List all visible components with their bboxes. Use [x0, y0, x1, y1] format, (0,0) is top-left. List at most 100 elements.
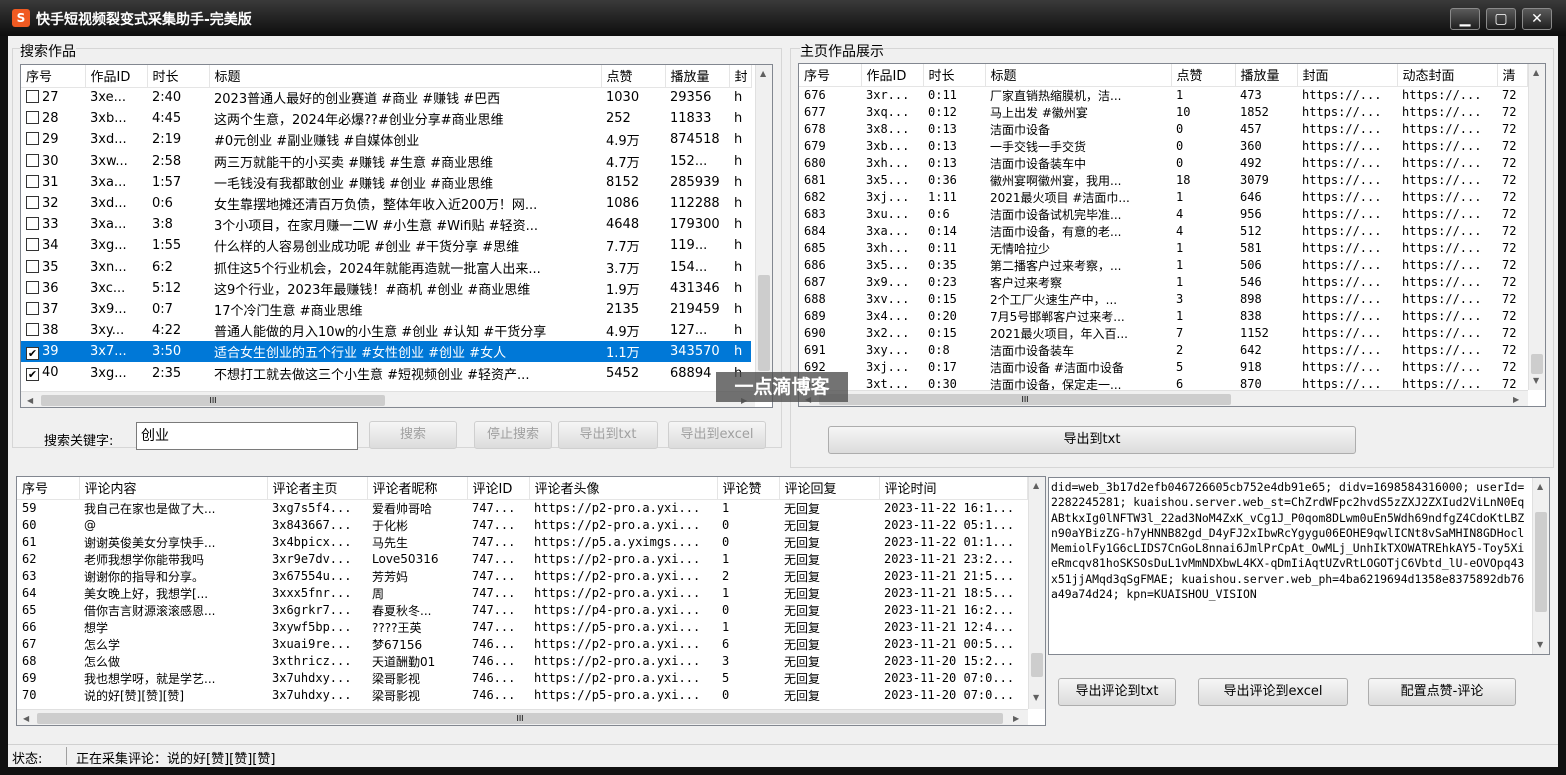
cookie-textbox[interactable]: did=web_3b17d2efb046726605cb752e4db91e65…: [1048, 477, 1550, 655]
table-row[interactable]: 60 @3x843667... 于化彬 747... https://p2-pro.a.…: [17, 517, 1027, 534]
search-works-grid[interactable]: 序号 作品ID 时长 标题 点赞 播放量封 27 3xe... 2:40 2023普通人最好的创…: [20, 64, 773, 408]
scroll-up-icon[interactable]: ▲: [1537, 482, 1543, 491]
table-row[interactable]: 70 说的好[赞][赞][赞] 3x7uhdxy... 梁哥影视 746... https…: [17, 687, 1027, 704]
row-checkbox[interactable]: ✔: [26, 368, 39, 382]
home-hscroll[interactable]: ◀ III ▶: [799, 390, 1528, 406]
scroll-thumb[interactable]: III: [37, 713, 1003, 724]
comments-column-header[interactable]: 评论时间: [879, 477, 1028, 500]
home-export-txt-button[interactable]: 导出到txt: [828, 426, 1356, 454]
row-checkbox[interactable]: [26, 238, 39, 252]
minimize-button[interactable]: ▁: [1450, 8, 1480, 30]
table-row[interactable]: 30 3xw... 2:58 两三万就能干的小买卖 #赚钱 #生意 #商业思维 4.7万…: [21, 151, 751, 172]
home-vscroll[interactable]: ▲ ▼: [1528, 64, 1545, 390]
home_group-column-header[interactable]: 清: [1497, 64, 1528, 87]
table-row[interactable]: 69 我也想学呀，就是学艺... 3x7uhdxy... 梁哥影视 746... http…: [17, 670, 1027, 687]
search_group-column-header[interactable]: 序号: [21, 65, 86, 88]
home_group-column-header[interactable]: 作品ID: [861, 64, 924, 87]
comments-vscroll[interactable]: ▲ ▼: [1028, 477, 1045, 709]
title-bar[interactable]: S 快手短视频裂变式采集助手-完美版 ▁ ▢ ✕: [0, 0, 1566, 36]
table-row[interactable]: 680 3xh... 0:13 洁面巾设备装车中 0 492 https://... http…: [799, 155, 1527, 172]
stop-search-button[interactable]: 停止搜索: [474, 421, 552, 449]
config-like-comment-button[interactable]: 配置点赞-评论: [1368, 678, 1516, 706]
cookie-vscroll[interactable]: ▲ ▼: [1532, 478, 1549, 654]
scroll-left-icon[interactable]: ◀: [23, 714, 29, 723]
scroll-thumb[interactable]: [1535, 512, 1547, 612]
table-row[interactable]: ✔ 39 3x7... 3:50 适合女生创业的五个行业 #女性创业 #创业 #女人 1.…: [21, 341, 751, 363]
table-row[interactable]: 68 怎么做 3xthricz... 天道酬勤01 746... https://p2-p…: [17, 653, 1027, 670]
home_group-column-header[interactable]: 封面: [1297, 64, 1398, 87]
comments-column-header[interactable]: 评论内容: [79, 477, 268, 500]
comments-hscroll[interactable]: ◀ III ▶: [17, 709, 1028, 725]
row-checkbox[interactable]: [26, 132, 39, 146]
scroll-right-icon[interactable]: ▶: [1013, 714, 1019, 723]
search_group-column-header[interactable]: 播放量: [665, 65, 730, 88]
export-comments-txt-button[interactable]: 导出评论到txt: [1058, 678, 1176, 706]
table-row[interactable]: 64 美女晚上好，我想学[... 3xxx5fnr... 周 747... https:/…: [17, 585, 1027, 602]
home_group-column-header[interactable]: 动态封面: [1397, 64, 1498, 87]
table-row[interactable]: 681 3x5... 0:36 徽州宴啊徽州宴，我用... 18 3079 https://…: [799, 172, 1527, 189]
table-row[interactable]: 29 3xd... 2:19 #0元创业 #副业赚钱 #自媒体创业 4.9万 874518…: [21, 129, 751, 150]
row-checkbox[interactable]: [26, 90, 39, 104]
row-checkbox[interactable]: [26, 217, 39, 231]
table-row[interactable]: 35 3xn... 6:2 抓住这5个行业机会，2024年就能再造就一批富人出来...…: [21, 257, 751, 278]
table-row[interactable]: 33 3xa... 3:8 3个小项目，在家月赚一二W #小生意 #Wifi贴 #轻资…: [21, 214, 751, 235]
comments-column-header[interactable]: 评论赞: [717, 477, 780, 500]
table-row[interactable]: 61 谢谢英俊美女分享快手... 3x4bpicx... 马先生 747... https…: [17, 534, 1027, 551]
row-checkbox[interactable]: [26, 174, 39, 188]
table-row[interactable]: 692 3xj... 0:17 洁面巾设备 #洁面巾设备 5 918 https://...…: [799, 359, 1527, 376]
table-row[interactable]: 66 想学 3xywf5bp... ????王英 747... https://p5-pr…: [17, 619, 1027, 636]
maximize-button[interactable]: ▢: [1486, 8, 1516, 30]
table-row[interactable]: 685 3xh... 0:11 无情哈拉少 1 581 https://... https:/…: [799, 240, 1527, 257]
table-row[interactable]: 690 3x2... 0:15 2021最火项目，年入百... 7 1152 https:/…: [799, 325, 1527, 342]
table-row[interactable]: 691 3xy... 0:8 洁面巾设备装车 2 642 https://... https:…: [799, 342, 1527, 359]
row-checkbox[interactable]: ✔: [26, 346, 39, 360]
table-row[interactable]: 59 我自己在家也是做了大... 3xg7s5f4... 爱看帅哥哈 747... htt…: [17, 499, 1027, 517]
scroll-down-icon[interactable]: ▼: [1537, 640, 1543, 649]
scroll-right-icon[interactable]: ▶: [1513, 395, 1519, 404]
row-checkbox[interactable]: [26, 111, 39, 125]
table-row[interactable]: 38 3xy... 4:22 普通人能做的月入10w的小生意 #创业 #认知 #干货分…: [21, 320, 751, 341]
table-row[interactable]: 34 3xg... 1:55 什么样的人容易创业成功呢 #创业 #干货分享 #思维 7.…: [21, 235, 751, 256]
table-row[interactable]: 65 借你吉言财源滚滚感恩... 3x6grkr7... 春夏秋冬... 747... h…: [17, 602, 1027, 619]
home_group-column-header[interactable]: 播放量: [1235, 64, 1298, 87]
table-row[interactable]: 683 3xu... 0:6 洁面巾设备试机完毕准... 4 956 https://...…: [799, 206, 1527, 223]
scroll-left-icon[interactable]: ◀: [27, 396, 33, 405]
search_group-column-header[interactable]: 标题: [209, 65, 602, 88]
comments-column-header[interactable]: 评论回复: [779, 477, 880, 500]
home-works-grid[interactable]: 序号 作品ID 时长 标题 点赞 播放量 封面 动态封面清 676 3xr... 0:11 厂家直销…: [798, 63, 1546, 407]
table-row[interactable]: 679 3xb... 0:13 一手交钱一手交货 0 360 https://... http…: [799, 138, 1527, 155]
search_group-column-header[interactable]: 作品ID: [85, 65, 148, 88]
home_group-column-header[interactable]: 点赞: [1171, 64, 1236, 87]
comments-column-header[interactable]: 评论者主页: [267, 477, 368, 500]
table-row[interactable]: 28 3xb... 4:45 这两个生意，2024年必爆??#创业分享#商业思维 252…: [21, 108, 751, 129]
search_group-column-header[interactable]: 封: [729, 65, 752, 88]
keyword-input[interactable]: 创业: [136, 422, 358, 450]
table-row[interactable]: 686 3x5... 0:35 第二播客户过来考察，... 1 506 https://..…: [799, 257, 1527, 274]
table-row[interactable]: 31 3xa... 1:57 一毛钱没有我都敢创业 #赚钱 #创业 #商业思维 8152…: [21, 172, 751, 193]
row-checkbox[interactable]: [26, 280, 39, 294]
row-checkbox[interactable]: [26, 259, 39, 273]
scroll-up-icon[interactable]: ▲: [1533, 68, 1539, 77]
table-row[interactable]: 67 怎么学 3xuai9re... 梦67156 746... https://p2-p…: [17, 636, 1027, 653]
export-txt-button[interactable]: 导出到txt: [558, 421, 658, 449]
row-checkbox[interactable]: [26, 196, 39, 210]
row-checkbox[interactable]: [26, 301, 39, 315]
table-row[interactable]: 36 3xc... 5:12 这9个行业，2023年最赚钱！#商机 #创业 #商业思维…: [21, 278, 751, 299]
comments-column-header[interactable]: 序号: [17, 477, 80, 500]
table-row[interactable]: 688 3xv... 0:15 2个工厂火速生产中，... 3 898 https://..…: [799, 291, 1527, 308]
comments-column-header[interactable]: 评论者昵称: [367, 477, 468, 500]
scroll-up-icon[interactable]: ▲: [1033, 481, 1039, 490]
scroll-down-icon[interactable]: ▼: [1033, 693, 1039, 702]
home_group-column-header[interactable]: 时长: [923, 64, 986, 87]
table-row[interactable]: 676 3xr... 0:11 厂家直销热缩膜机，洁... 1 473 https://..…: [799, 86, 1527, 104]
table-row[interactable]: 678 3x8... 0:13 洁面巾设备 0 457 https://... https:/…: [799, 121, 1527, 138]
export-excel-button[interactable]: 导出到excel: [668, 421, 766, 449]
comments-column-header[interactable]: 评论ID: [467, 477, 530, 500]
table-row[interactable]: 62 老师我想学你能带我吗 3xr9e7dv... Love50316 747... ht…: [17, 551, 1027, 568]
scroll-thumb[interactable]: III: [819, 394, 1231, 405]
home_group-column-header[interactable]: 标题: [985, 64, 1172, 87]
search-button[interactable]: 搜索: [369, 421, 457, 449]
comments-column-header[interactable]: 评论者头像: [529, 477, 718, 500]
table-row[interactable]: 682 3xj... 1:11 2021最火项目 #洁面巾... 1 646 https:/…: [799, 189, 1527, 206]
close-button[interactable]: ✕: [1522, 8, 1552, 30]
